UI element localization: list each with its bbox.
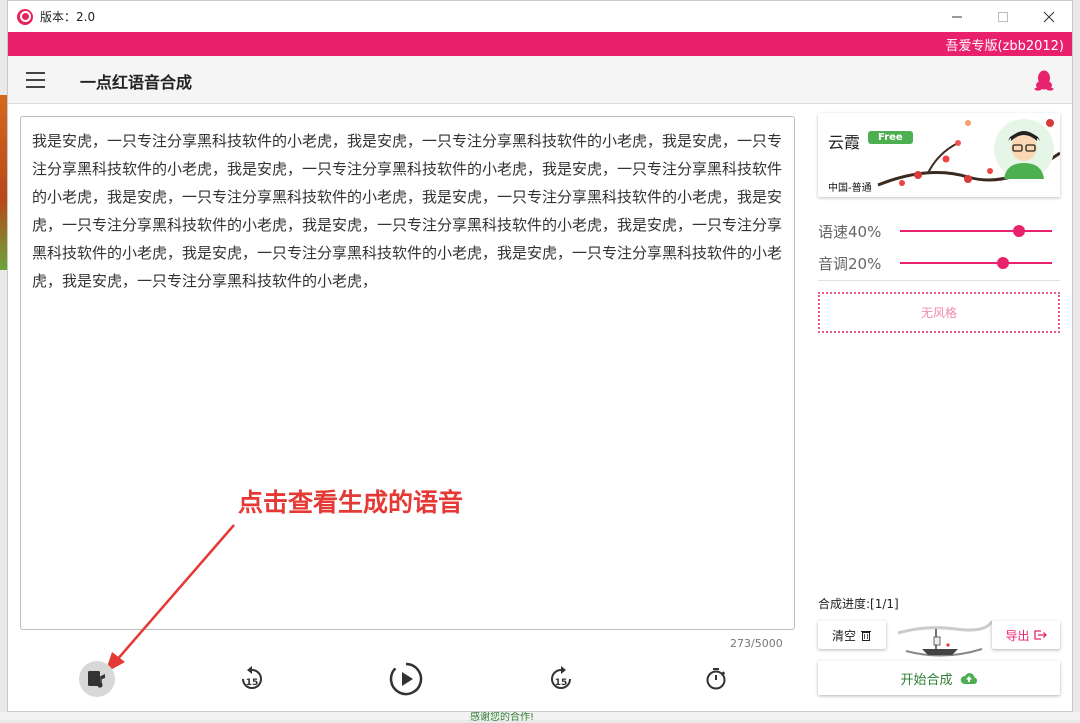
menu-icon-line — [26, 79, 45, 81]
export-button[interactable]: 导出 — [992, 621, 1060, 649]
window-title: 版本：2.0 — [40, 10, 96, 24]
app-window: 版本：2.0 吾爱专版(zbb2012) 一点红语音合成 我是安虎，一只专注分享… — [7, 0, 1073, 712]
forward-15-button[interactable]: 15 — [543, 661, 579, 697]
forward-icon: 15 — [551, 666, 571, 689]
voice-avatar — [994, 119, 1054, 179]
speed-slider-row: 语速40% — [818, 219, 1064, 243]
minimize-button[interactable] — [934, 1, 980, 32]
speed-slider-thumb[interactable] — [1012, 225, 1025, 237]
menu-icon-line — [26, 86, 45, 88]
style-selector[interactable]: 无风格 — [818, 292, 1060, 333]
speed-slider[interactable] — [900, 230, 1052, 232]
title-bar: 版本：2.0 — [8, 1, 1072, 32]
app-bar: 一点红语音合成 — [8, 56, 1072, 104]
clear-label: 清空 — [831, 628, 856, 643]
pitch-slider-thumb[interactable] — [997, 257, 1010, 269]
export-label: 导出 — [1005, 628, 1030, 643]
pitch-label: 音调20% — [818, 255, 882, 273]
free-badge: Free — [868, 131, 913, 144]
annotation-text: 点击查看生成的语音 — [238, 488, 464, 517]
maximize-button[interactable] — [980, 1, 1026, 32]
start-synthesis-button[interactable]: 开始合成 — [818, 661, 1060, 695]
export-icon — [1033, 630, 1047, 640]
avatar-boy-icon — [1004, 131, 1044, 179]
start-label: 开始合成 — [900, 672, 953, 688]
background-taskbar-strip — [0, 712, 1080, 720]
play-icon — [389, 662, 423, 696]
voice-region: 中国-普通 — [828, 183, 872, 194]
voice-card[interactable]: 云霞 Free 中国-普通 — [818, 113, 1060, 197]
rewind-15-button[interactable]: 15 — [234, 661, 270, 697]
panel-divider — [818, 280, 1060, 281]
synthesis-progress: 合成进度:[1/1] — [818, 597, 899, 611]
text-input-area[interactable]: 我是安虎，一只专注分享黑科技软件的小老虎，我是安虎，一只专注分享黑科技软件的小老… — [20, 116, 795, 630]
voice-name: 云霞 — [828, 133, 861, 152]
window-controls — [934, 1, 1072, 32]
menu-icon — [26, 72, 45, 74]
forward-label: 15 — [555, 678, 568, 688]
speed-label: 语速40% — [818, 223, 882, 241]
qq-penguin-icon[interactable] — [1034, 69, 1054, 91]
close-icon — [1043, 11, 1055, 22]
character-counter: 273/5000 — [730, 637, 783, 650]
edition-bar: 吾爱专版(zbb2012) — [8, 32, 1072, 56]
trash-icon — [861, 631, 871, 641]
timer-button[interactable] — [698, 661, 734, 697]
clear-button[interactable]: 清空 — [818, 621, 886, 649]
edition-label: 吾爱专版(zbb2012) — [945, 39, 1064, 54]
pitch-slider[interactable] — [900, 262, 1052, 264]
close-button[interactable] — [1026, 1, 1072, 32]
app-logo-icon — [17, 8, 33, 25]
music-library-icon — [88, 671, 105, 688]
cloud-upload-icon — [960, 673, 977, 684]
rewind-icon: 15 — [242, 666, 262, 689]
generated-audio-button[interactable] — [79, 661, 115, 697]
rewind-label: 15 — [246, 678, 259, 688]
pitch-slider-row: 音调20% — [818, 251, 1064, 275]
timer-icon — [706, 668, 726, 690]
minimize-icon — [952, 16, 962, 17]
ink-boat-art — [897, 620, 992, 657]
menu-button[interactable] — [26, 72, 46, 88]
page-title: 一点红语音合成 — [80, 73, 193, 92]
maximize-icon — [998, 11, 1008, 22]
play-button[interactable] — [388, 661, 424, 697]
